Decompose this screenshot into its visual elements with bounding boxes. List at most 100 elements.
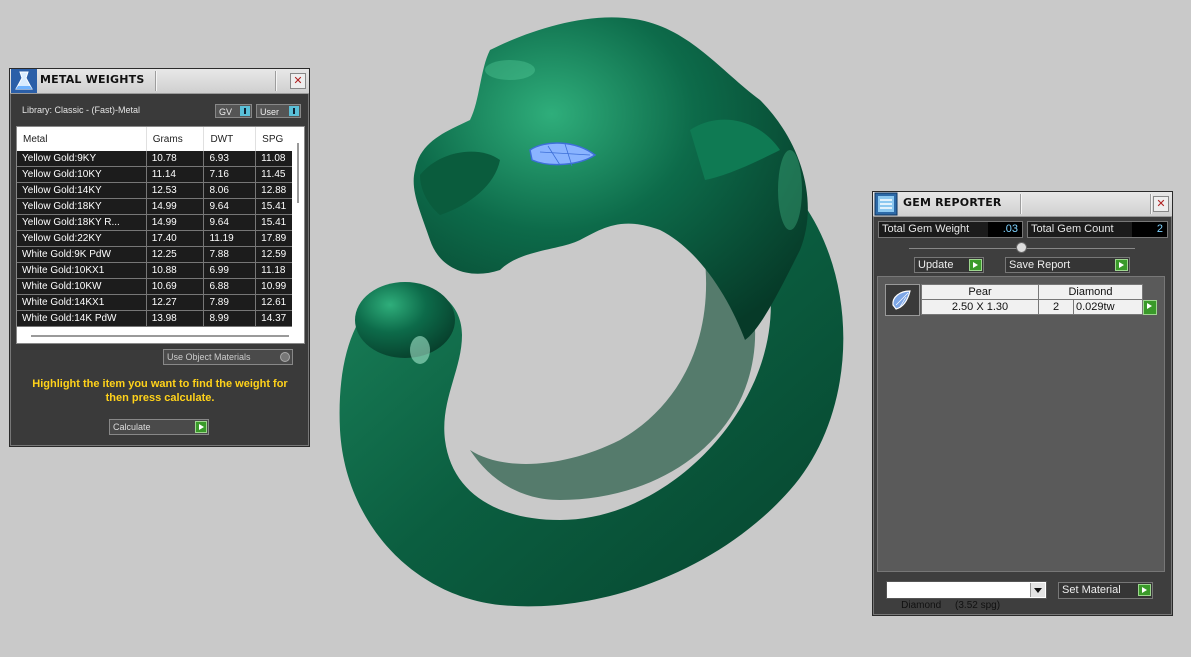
dwt-cell: 7.89 [203,294,257,311]
table-header-row: Metal Grams DWT SPG [17,127,304,151]
panel-title: METAL WEIGHTS [40,73,145,86]
grams-cell: 12.25 [146,246,205,263]
dwt-cell: 6.88 [203,278,257,295]
save-report-button[interactable]: Save Report [1005,257,1130,273]
toggle-icon [289,106,299,116]
total-gem-count-label: Total Gem Count [1031,223,1114,235]
table-row[interactable]: Yellow Gold:14KY 12.53 8.06 12.88 [17,182,304,199]
material-select-value: Diamond (3.52 spg) [901,600,1001,611]
close-icon[interactable]: ✕ [1153,196,1169,212]
gem-stone: Diamond [1038,284,1143,300]
column-header-metal[interactable]: Metal [17,127,147,151]
metal-grid: Metal Grams DWT SPG Yellow Gold:9KY 10.78… [17,127,304,327]
gv-label: GV [219,107,233,117]
table-row[interactable]: Yellow Gold:9KY 10.78 6.93 11.08 [17,151,304,167]
table-row[interactable]: White Gold:10KX1 10.88 6.99 11.18 [17,262,304,279]
user-label: User [260,107,280,117]
material-select[interactable]: Diamond (3.52 spg) [886,581,1047,611]
play-arrow-icon[interactable] [1143,300,1157,315]
gv-toggle[interactable]: GV [215,104,252,118]
metal-cell: White Gold:9K PdW [17,246,147,263]
table-row[interactable]: Yellow Gold:10KY 11.14 7.16 11.45 [17,166,304,183]
chevron-down-icon[interactable] [1030,583,1045,597]
grams-cell: 10.69 [146,278,205,295]
panel-title: GEM REPORTER [903,196,1002,209]
dwt-cell: 6.99 [203,262,257,279]
play-arrow-icon[interactable] [195,421,207,433]
set-material-label: Set Material [1062,584,1121,596]
grams-cell: 11.14 [146,166,205,183]
dwt-cell: 8.99 [203,310,257,327]
gem-weight-cell: 0.029tw [1073,299,1157,315]
table-row[interactable]: White Gold:10KW 10.69 6.88 10.99 [17,278,304,295]
column-header-grams[interactable]: Grams [146,127,205,151]
flask-icon [11,69,37,93]
metal-weights-panel: METAL WEIGHTS ✕ Library: Classic - (Fast… [9,68,310,447]
play-arrow-icon[interactable] [1115,259,1128,271]
table-row[interactable]: Pear Diamond [921,284,1143,300]
total-gem-weight-label: Total Gem Weight [882,223,970,235]
metal-cell: Yellow Gold:10KY [17,166,147,183]
close-icon[interactable]: ✕ [290,73,306,89]
play-arrow-icon[interactable] [969,259,982,271]
dwt-cell: 7.88 [203,246,257,263]
grams-cell: 17.40 [146,230,205,247]
metal-table[interactable]: Metal Grams DWT SPG Yellow Gold:9KY 10.78… [16,126,305,344]
grams-cell: 10.78 [146,151,205,167]
set-material-button[interactable]: Set Material [1058,582,1153,599]
gem-list-area[interactable]: Pear Diamond 2.50 X 1.30 2 0.029tw [877,276,1165,572]
titlebar-divider [1150,194,1151,214]
calculate-label: Calculate [113,422,151,432]
table-row[interactable]: Yellow Gold:18KY R... 14.99 9.64 15.41 [17,214,304,231]
metal-cell: White Gold:10KW [17,278,147,295]
titlebar-divider [155,71,156,91]
dwt-cell: 9.64 [203,214,257,231]
metal-cell: Yellow Gold:18KY R... [17,214,147,231]
grams-cell: 12.53 [146,182,205,199]
table-row[interactable]: White Gold:14K PdW 13.98 8.99 14.37 [17,310,304,327]
dwt-cell: 8.06 [203,182,257,199]
table-row[interactable]: 2.50 X 1.30 2 0.029tw [921,299,1157,315]
grams-cell: 13.98 [146,310,205,327]
save-report-label: Save Report [1009,259,1071,271]
gem-row-table[interactable]: Pear Diamond 2.50 X 1.30 2 0.029tw [921,284,1157,315]
user-toggle[interactable]: User [256,104,301,118]
column-header-dwt[interactable]: DWT [203,127,257,151]
update-label: Update [918,259,954,271]
gem-thumbnail[interactable] [885,284,920,316]
vertical-scrollbar[interactable] [292,127,304,327]
table-row[interactable]: White Gold:14KX1 12.27 7.89 12.61 [17,294,304,311]
gem-weight: 0.029tw [1076,301,1115,313]
use-object-materials-option[interactable]: Use Object Materials [163,349,293,365]
table-row[interactable]: Yellow Gold:22KY 17.40 11.19 17.89 [17,230,304,247]
gem-count: 2 [1038,299,1074,315]
titlebar-divider [275,71,276,91]
gem-size: 2.50 X 1.30 [921,299,1039,315]
gem-reporter-titlebar[interactable]: GEM REPORTER ✕ [873,192,1172,217]
metal-weights-titlebar[interactable]: METAL WEIGHTS ✕ [10,69,309,94]
metal-cell: Yellow Gold:9KY [17,151,147,167]
table-row[interactable]: Yellow Gold:18KY 14.99 9.64 15.41 [17,198,304,215]
instruction-text: Highlight the item you want to find the … [32,378,288,404]
update-button[interactable]: Update [914,257,984,273]
gem-report-icon [874,192,900,216]
toggle-icon [240,106,250,116]
scroll-thumb[interactable] [297,143,299,203]
table-row[interactable]: White Gold:9K PdW 12.25 7.88 12.59 [17,246,304,263]
splitter-handle-icon[interactable] [1016,242,1027,253]
metal-cell: White Gold:14KX1 [17,294,147,311]
gem-shape: Pear [921,284,1039,300]
library-label: Library: Classic - (Fast)-Metal [22,105,141,115]
horizontal-scrollbar[interactable] [31,335,289,337]
grams-cell: 14.99 [146,214,205,231]
radio-icon[interactable] [280,352,290,362]
gem-reporter-panel: GEM REPORTER ✕ Total Gem Weight .03 Tota… [872,191,1173,616]
dwt-cell: 6.93 [203,151,257,167]
use-object-materials-label: Use Object Materials [167,352,251,362]
metal-cell: Yellow Gold:18KY [17,198,147,215]
dwt-cell: 7.16 [203,166,257,183]
play-arrow-icon[interactable] [1138,584,1151,596]
metal-cell: White Gold:14K PdW [17,310,147,327]
calculate-button[interactable]: Calculate [109,419,209,435]
dwt-cell: 11.19 [203,230,257,247]
